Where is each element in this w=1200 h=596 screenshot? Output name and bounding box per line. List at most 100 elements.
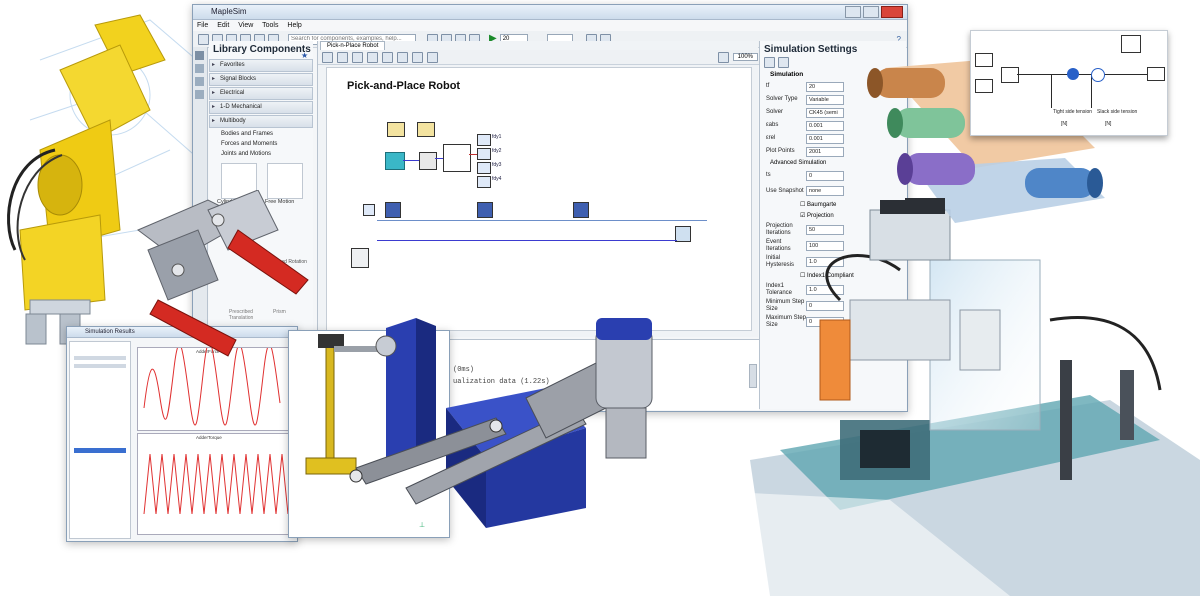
model-tab-icon[interactable] (195, 64, 204, 73)
flip-icon[interactable] (382, 51, 393, 63)
library-bodies-frames[interactable]: Bodies and Frames (209, 129, 313, 139)
results-tree-selected[interactable] (74, 448, 126, 453)
grid-icon[interactable] (412, 51, 423, 63)
output-label-2: fdy2 (492, 148, 502, 154)
title-bar: MapleSim (193, 5, 907, 20)
text-tool-icon[interactable] (352, 51, 363, 63)
library-tab-icon[interactable] (195, 51, 204, 60)
library-multibody[interactable]: Multibody (209, 115, 313, 128)
parameters-tab-icon[interactable] (195, 90, 204, 99)
settings-icon[interactable] (764, 57, 775, 68)
results-tree-item[interactable] (74, 364, 126, 368)
roller-node (1091, 68, 1105, 82)
blue-mechanism-illustration (305, 318, 653, 528)
diagram-source-block-2 (975, 79, 993, 93)
slack-side-label: Slack side tension (1097, 109, 1138, 115)
block-output-1[interactable] (477, 134, 491, 146)
block-input-1[interactable] (387, 122, 405, 137)
library-signal-blocks[interactable]: Signal Blocks (209, 73, 313, 86)
select-tool-icon[interactable] (322, 51, 333, 63)
library-title: Library Components (213, 44, 311, 55)
connect-tool-icon[interactable] (337, 51, 348, 63)
tight-side-label: Tight side tension (1053, 109, 1093, 115)
favorites-star-icon[interactable]: ★ (301, 51, 308, 60)
diagram-block (1147, 67, 1165, 81)
menu-tools[interactable]: Tools (262, 22, 278, 29)
roller-node (1067, 68, 1079, 80)
output-label-3: fdy3 (492, 162, 502, 168)
result-plot-bottom[interactable]: AdderTorque (137, 433, 295, 535)
diagram-block (1001, 67, 1019, 83)
library-favorites[interactable]: Favorites (209, 59, 313, 72)
tension-diagram-card: Tight side tension Slack side tension [N… (970, 30, 1168, 136)
block-teal-1[interactable] (385, 152, 405, 170)
setting-label: ts (766, 172, 771, 178)
block-input-2[interactable] (417, 122, 435, 137)
block-chain-source[interactable] (363, 204, 375, 216)
setting-value[interactable]: 0.001 (806, 120, 844, 131)
rotate-icon[interactable] (367, 51, 378, 63)
diagram-block (1121, 35, 1141, 53)
setting-value[interactable]: 20 (806, 81, 844, 92)
zoom-in-icon[interactable] (717, 51, 729, 63)
setting-label: Plot Points (766, 148, 795, 154)
attach-tab-icon[interactable] (195, 77, 204, 86)
packaging-machine-illustration (690, 200, 1200, 596)
setting-label: Solver (766, 109, 784, 115)
setting-value[interactable]: none (806, 186, 844, 196)
new-icon[interactable] (198, 33, 209, 45)
minimize-button[interactable] (845, 6, 861, 18)
maximize-button[interactable] (863, 6, 879, 18)
library-1d-mechanical[interactable]: 1-D Mechanical (209, 101, 313, 114)
library-joints-motions[interactable]: Joints and Motions (209, 149, 313, 159)
menu-help[interactable]: Help (287, 22, 301, 29)
tight-side-unit: [N] (1061, 121, 1068, 127)
block-chain-end[interactable] (675, 226, 691, 242)
output-label-1: fdy1 (492, 134, 502, 140)
setting-label: εrel (766, 135, 776, 141)
menu-edit[interactable]: Edit (217, 22, 229, 29)
setting-label: εabs (766, 122, 779, 128)
zoom-select[interactable]: 100% (732, 53, 758, 61)
output-label-4: fdy4 (492, 176, 502, 182)
library-electrical[interactable]: Electrical (209, 87, 313, 100)
pin-icon[interactable] (778, 57, 789, 68)
wire (403, 160, 419, 161)
diagram-title: Pick-and-Place Robot (347, 80, 461, 92)
block-output-3[interactable] (477, 162, 491, 174)
block-output-2[interactable] (477, 148, 491, 160)
setting-value[interactable]: Variable (806, 94, 844, 105)
menu-file[interactable]: File (197, 22, 208, 29)
gripper-illustration (137, 190, 309, 357)
block-mux[interactable] (419, 152, 437, 170)
wire (435, 158, 443, 159)
block-ground[interactable] (351, 248, 369, 268)
close-button[interactable] (881, 6, 903, 18)
plot-curve (143, 453, 289, 515)
align-icon[interactable] (427, 51, 438, 63)
diagram-canvas[interactable]: Pick-and-Place Robot fdy1 fdy2 fdy3 fdy4 (326, 67, 752, 331)
setting-label: Use Snapshot (766, 187, 804, 194)
setting-value[interactable]: CK45 (semi (806, 107, 844, 118)
menu-view[interactable]: View (238, 22, 253, 29)
block-output-4[interactable] (477, 176, 491, 188)
menu-bar: File Edit View Tools Help (193, 20, 907, 31)
block-robot-core[interactable] (443, 144, 471, 172)
setting-value[interactable]: 0 (806, 170, 844, 181)
wire (377, 220, 707, 221)
block-chain-motor-3[interactable] (573, 202, 589, 218)
results-tree (69, 341, 131, 539)
block-chain-motor-2[interactable] (477, 202, 493, 218)
window-title: MapleSim (211, 7, 247, 16)
library-forces-moments[interactable]: Forces and Moments (209, 139, 313, 149)
subsystem-icon[interactable] (397, 51, 408, 63)
setting-value[interactable]: 2001 (806, 146, 844, 157)
setting-value[interactable]: 0.001 (806, 133, 844, 144)
window-controls (845, 6, 903, 18)
diagram-wire (1017, 74, 1147, 75)
plot-curve (143, 348, 281, 426)
block-chain-motor-1[interactable] (385, 202, 401, 218)
setting-label: Solver Type (766, 96, 798, 102)
diagram-wire (1051, 74, 1052, 108)
slack-side-unit: [N] (1105, 121, 1112, 127)
